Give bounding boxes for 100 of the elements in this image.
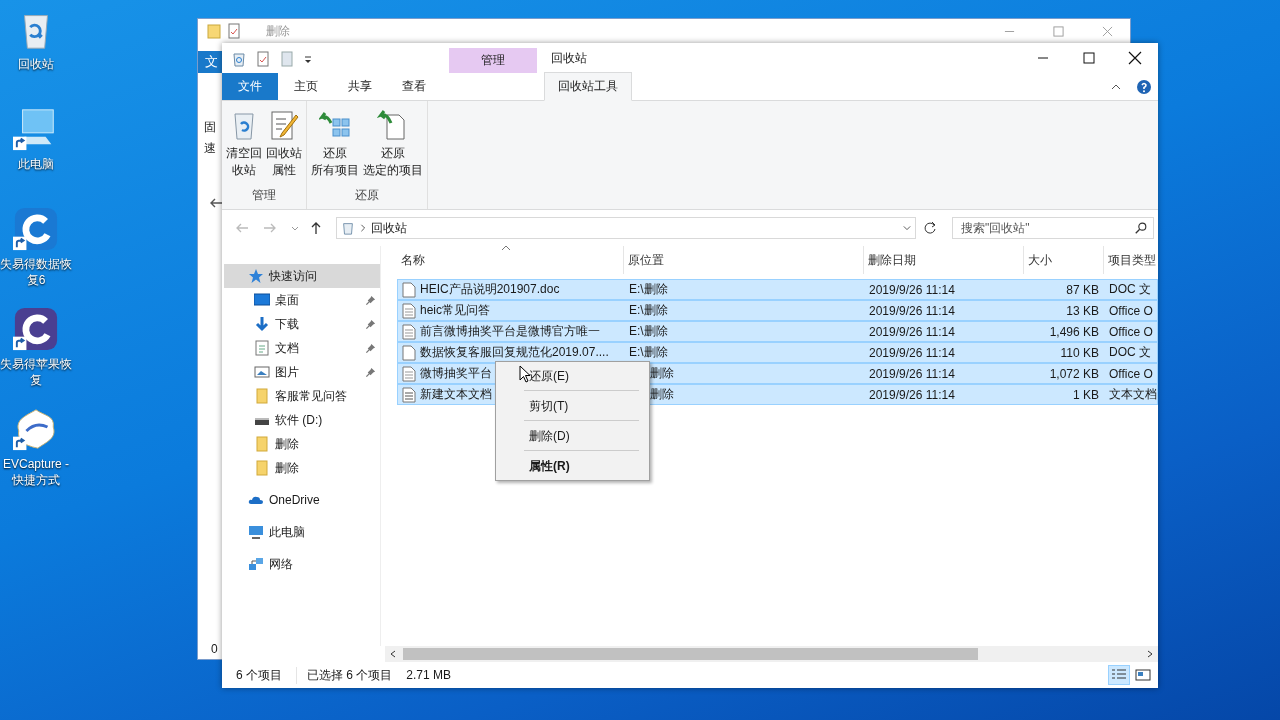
nav-item[interactable]: 文档: [222, 336, 380, 360]
folder-icon: [254, 388, 270, 404]
file-row[interactable]: heic常见问答 E:\删除 2019/9/26 11:14 13 KB Office O: [397, 300, 1158, 321]
table-cell: DOC 文: [1109, 281, 1151, 298]
pin-icon[interactable]: [365, 318, 376, 330]
column-header[interactable]: 删除日期: [864, 246, 1024, 274]
recovery-app-icon[interactable]: [13, 306, 59, 352]
file-row[interactable]: 前言微博抽奖平台是微博官方唯一 E:\删除 2019/9/26 11:14 1,496 KB Office O: [397, 321, 1158, 342]
nav-item[interactable]: 下载: [222, 312, 380, 336]
ribbon-tab[interactable]: 主页: [280, 73, 332, 100]
column-header[interactable]: 大小: [1024, 246, 1104, 274]
text-page-icon: [402, 365, 416, 382]
ribbon-button[interactable]: 还原 所有项目: [309, 107, 361, 187]
ribbon-label: 固: [204, 119, 216, 136]
picture-icon: [254, 364, 270, 380]
search-field[interactable]: 搜索"回收站": [952, 217, 1154, 239]
file-tab[interactable]: 文: [198, 51, 224, 73]
pin-icon[interactable]: [365, 366, 376, 378]
nav-item[interactable]: 网络: [224, 552, 380, 576]
text-page-icon: [402, 386, 416, 403]
nav-item[interactable]: 删除: [222, 456, 380, 480]
mouse-cursor-icon: [519, 365, 531, 383]
window-title: 回收站: [551, 49, 587, 67]
pin-icon[interactable]: [365, 342, 376, 354]
pin-icon[interactable]: [365, 294, 376, 306]
table-cell: 87 KB: [1066, 282, 1099, 297]
recycle-bin-icon[interactable]: [231, 51, 247, 67]
status-text: 6 个项目: [236, 666, 282, 684]
computer-icon: [248, 524, 264, 540]
ribbon-label: 速: [204, 140, 216, 157]
menu-item[interactable]: 还原(E): [496, 365, 649, 387]
table-cell: 2019/9/26 11:14: [869, 324, 955, 339]
scrollbar-thumb[interactable]: [403, 648, 978, 660]
table-cell: Office O: [1109, 324, 1153, 339]
ribbon-button[interactable]: 还原 选定的项目: [361, 107, 425, 187]
table-cell: 2019/9/26 11:14: [869, 387, 955, 402]
nav-item[interactable]: 桌面: [222, 288, 380, 312]
ribbon-button[interactable]: 回收站 属性: [264, 107, 304, 187]
nav-item[interactable]: OneDrive: [224, 488, 380, 512]
download-arrow-icon: [254, 316, 270, 332]
nav-item[interactable]: 此电脑: [224, 520, 380, 544]
sort-caret-icon: [501, 246, 511, 252]
ribbon-tab[interactable]: 共享: [334, 73, 386, 100]
ribbon-tab[interactable]: 查看: [388, 73, 440, 100]
scroll-left-icon[interactable]: [389, 650, 397, 658]
nav-item[interactable]: 图片: [222, 360, 380, 384]
scroll-right-icon[interactable]: [1146, 650, 1154, 658]
status-text: 2.71 MB: [406, 668, 452, 682]
recovery-app-icon[interactable]: [13, 206, 59, 252]
checklist-icon[interactable]: [255, 51, 271, 67]
document-pencil-icon: [268, 109, 300, 141]
ribbon-button[interactable]: 清空回 收站: [224, 107, 264, 187]
close-icon[interactable]: [1102, 25, 1113, 37]
folder-icon: [254, 460, 270, 476]
nav-item[interactable]: 客服常见问答: [222, 384, 380, 408]
search-icon[interactable]: [1134, 221, 1148, 235]
table-cell: 2019/9/26 11:14: [869, 345, 955, 360]
table-cell: DOC 文: [1109, 344, 1151, 361]
table-cell: 1,072 KB: [1049, 366, 1099, 381]
folder-icon: [254, 436, 270, 452]
table-cell: 110 KB: [1060, 345, 1099, 360]
checklist-icon[interactable]: [226, 23, 242, 39]
desktop-icon-label: EVCapture - 快捷方式: [2, 456, 70, 488]
ribbon-group-label: 管理: [252, 187, 276, 204]
table-cell: 删除: [650, 386, 674, 403]
menu-item[interactable]: 删除(D): [496, 425, 649, 447]
desktop-icon-label: 失易得苹果恢复: [0, 356, 73, 388]
nav-item[interactable]: 软件 (D:): [222, 408, 380, 432]
table-cell: 1 KB: [1073, 387, 1099, 402]
tile-icon: [1135, 668, 1151, 682]
file-row[interactable]: 数据恢复客服回复规范化2019.07.... E:\删除 2019/9/26 11:14 110 KB DOC 文: [397, 342, 1158, 363]
column-header[interactable]: 原位置: [624, 246, 864, 274]
table-cell: 2019/9/26 11:14: [869, 282, 955, 297]
table-cell: 删除: [650, 365, 674, 382]
column-header[interactable]: 名称: [397, 246, 624, 274]
table-cell: E:\删除: [629, 323, 668, 340]
blank-page-icon: [402, 344, 416, 361]
menu-item[interactable]: 属性(R): [496, 455, 649, 477]
blank-page-icon: [402, 281, 416, 298]
file-row[interactable]: HEIC产品说明201907.doc E:\删除 2019/9/26 11:14 87 KB DOC 文: [397, 279, 1158, 300]
list-icon: [1111, 668, 1127, 682]
file-name: heic常见问答: [420, 302, 490, 319]
ribbon-tab[interactable]: 回收站工具: [544, 72, 632, 101]
details-view-button[interactable]: [1108, 665, 1130, 685]
status-text: 已选择 6 个项目: [296, 666, 393, 684]
file-tab[interactable]: 文件: [222, 73, 278, 100]
desktop-icon-label: 失易得数据恢复6: [0, 256, 73, 288]
pane-text: 0: [211, 642, 218, 656]
file-name: 前言微博抽奖平台是微博官方唯一: [420, 323, 600, 340]
text-page-icon: [402, 302, 416, 319]
text-page-icon: [402, 323, 416, 340]
help-icon[interactable]: [1136, 78, 1152, 95]
file-name: HEIC产品说明201907.doc: [420, 281, 560, 298]
table-cell: 2019/9/26 11:14: [869, 303, 955, 318]
refresh-icon[interactable]: [922, 220, 938, 236]
nav-item[interactable]: 删除: [222, 432, 380, 456]
nav-item[interactable]: 快速访问: [224, 264, 380, 288]
desktop-icon: [254, 292, 270, 308]
address-bar[interactable]: 回收站: [336, 217, 916, 239]
column-header[interactable]: 项目类型: [1104, 246, 1158, 274]
